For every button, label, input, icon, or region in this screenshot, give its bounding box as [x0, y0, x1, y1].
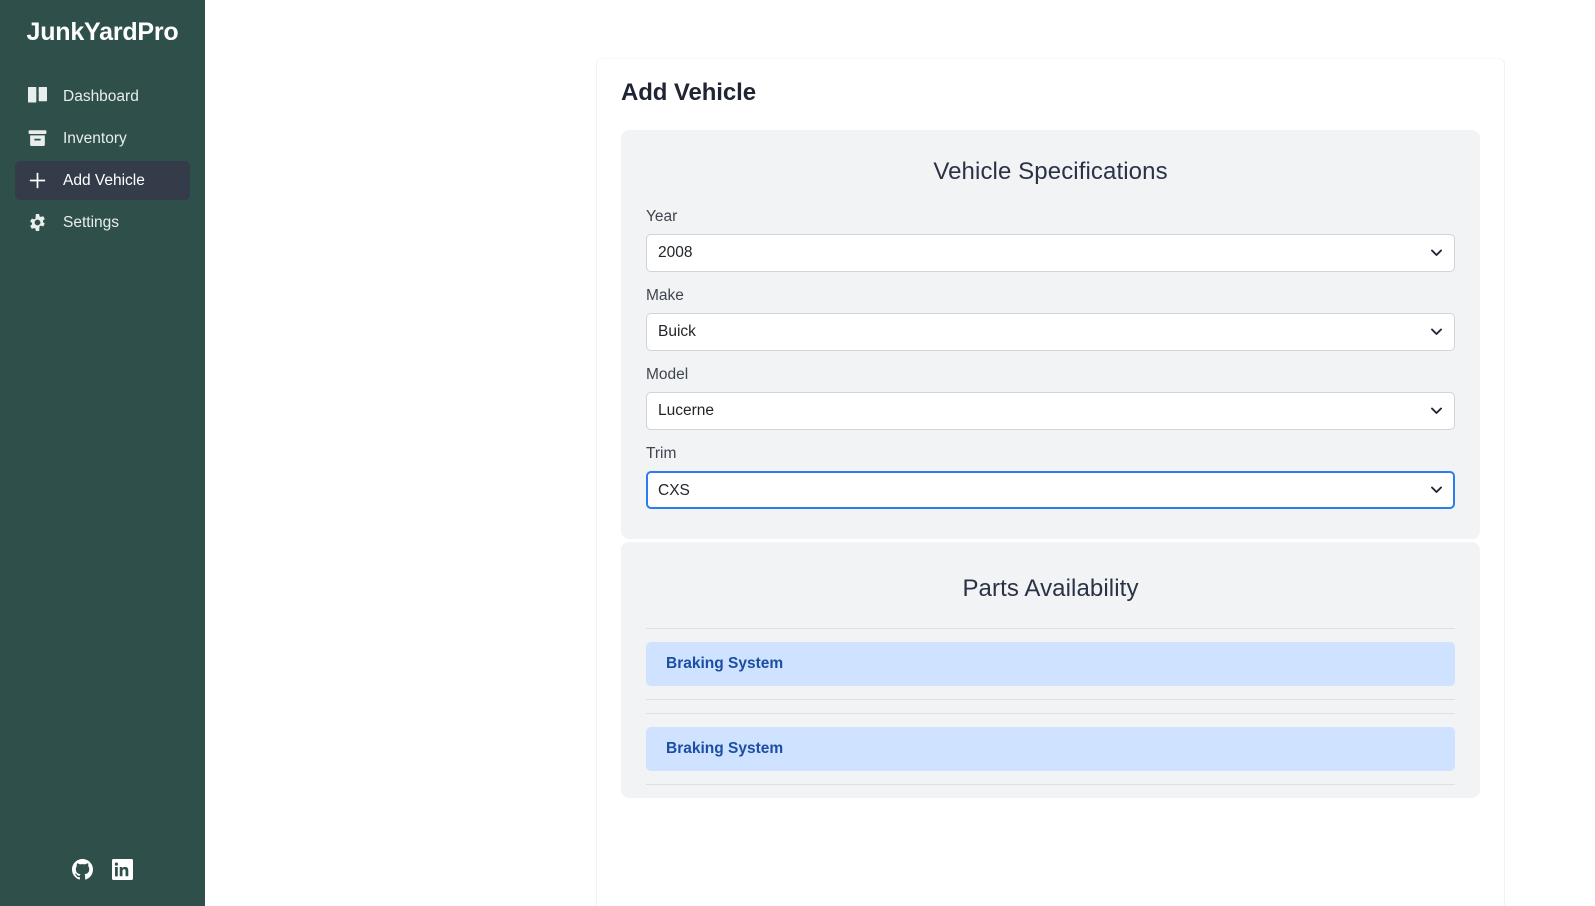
year-select[interactable]: 2008 [646, 234, 1455, 272]
sidebar-item-label: Settings [63, 213, 120, 231]
sidebar-item-settings[interactable]: Settings [15, 203, 190, 242]
sidebar-nav: Dashboard Inventory Add Vehicle Settings [0, 77, 205, 242]
parts-accordion: Braking System Braking System [646, 628, 1455, 798]
plus-icon [28, 171, 47, 190]
trim-select-wrap: CXS [646, 471, 1455, 509]
trim-select[interactable]: CXS [646, 471, 1455, 509]
sidebar-item-label: Add Vehicle [63, 171, 145, 189]
main-content: Add Vehicle Vehicle Specifications Year … [205, 0, 1595, 906]
vehicle-specifications-heading: Vehicle Specifications [933, 158, 1168, 185]
dashboard-grid-icon [28, 87, 47, 106]
field-make: Make Buick [646, 286, 1455, 351]
archive-box-icon [28, 129, 47, 148]
accordion-item: Braking System [646, 628, 1455, 686]
year-select-wrap: 2008 [646, 234, 1455, 272]
accordion-spacer [646, 785, 1455, 798]
field-model: Model Lucerne [646, 365, 1455, 430]
github-icon[interactable] [72, 859, 93, 880]
sidebar-item-inventory[interactable]: Inventory [15, 119, 190, 158]
vehicle-specifications-card: Vehicle Specifications Year 2008 Make Bu… [621, 130, 1480, 539]
sidebar: JunkYardPro Dashboard Inventory Add Vehi… [0, 0, 205, 906]
field-label-make: Make [646, 287, 684, 304]
field-label-trim: Trim [646, 445, 677, 462]
accordion-spacer [646, 700, 1455, 713]
field-label-year: Year [646, 208, 678, 225]
accordion-item [646, 699, 1455, 713]
model-select-wrap: Lucerne [646, 392, 1455, 430]
sidebar-item-label: Dashboard [63, 87, 139, 105]
social-links [0, 859, 205, 880]
accordion-item [646, 784, 1455, 798]
sidebar-item-label: Inventory [63, 129, 127, 147]
accordion-header-braking-system[interactable]: Braking System [646, 727, 1455, 771]
accordion-header-braking-system[interactable]: Braking System [646, 642, 1455, 686]
vehicle-specifications-form: Year 2008 Make Buick Model Lucerne Trim … [646, 207, 1455, 509]
page-title: Add Vehicle [621, 79, 756, 106]
field-year: Year 2008 [646, 207, 1455, 272]
gear-icon [28, 213, 47, 232]
app-root: JunkYardPro Dashboard Inventory Add Vehi… [0, 0, 1595, 906]
content-panel: Add Vehicle Vehicle Specifications Year … [596, 58, 1505, 906]
brand-logo: JunkYardPro [26, 18, 179, 46]
accordion-item: Braking System [646, 713, 1455, 771]
parts-availability-heading: Parts Availability [962, 575, 1139, 602]
field-label-model: Model [646, 366, 689, 383]
linkedin-icon[interactable] [112, 859, 133, 880]
parts-availability-card: Parts Availability Braking System Brakin… [621, 542, 1480, 798]
sidebar-item-dashboard[interactable]: Dashboard [15, 77, 190, 116]
sidebar-item-add-vehicle[interactable]: Add Vehicle [15, 161, 190, 200]
make-select-wrap: Buick [646, 313, 1455, 351]
model-select[interactable]: Lucerne [646, 392, 1455, 430]
field-trim: Trim CXS [646, 444, 1455, 509]
make-select[interactable]: Buick [646, 313, 1455, 351]
